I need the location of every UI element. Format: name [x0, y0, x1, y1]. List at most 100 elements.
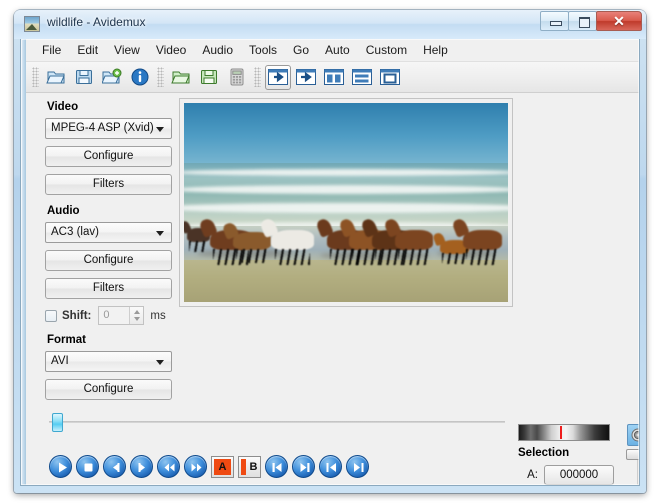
maximize-button[interactable] [568, 11, 597, 31]
output-format-select[interactable]: AVI [45, 351, 172, 372]
append-file-icon[interactable] [99, 65, 125, 90]
stop-button[interactable] [76, 455, 99, 478]
selection-title: Selection [518, 447, 570, 459]
next-keyframe-button[interactable] [346, 455, 369, 478]
layout-single-icon[interactable] [377, 65, 403, 90]
preview-wave [184, 168, 508, 176]
menu-auto[interactable]: Auto [317, 40, 358, 61]
go-to-marker-a-button[interactable] [265, 455, 288, 478]
timeline-slider[interactable] [43, 411, 505, 433]
audio-codec-select[interactable]: AC3 (lav) [45, 222, 172, 243]
video-configure-button[interactable]: Configure [45, 146, 172, 167]
next-frame-button[interactable] [130, 455, 153, 478]
image-file-icon [24, 16, 40, 32]
video-codec-value: MPEG-4 ASP (Xvid) [51, 122, 154, 134]
set-marker-b-button[interactable]: B [238, 455, 261, 478]
layout-stacked-icon[interactable] [349, 65, 375, 90]
volume-handle[interactable] [626, 449, 639, 460]
preview-horse [394, 230, 434, 265]
preview-horse [271, 230, 314, 265]
toolbar-grip-2[interactable] [157, 67, 164, 87]
menu-bar: File Edit View Video Audio Tools Go Auto… [26, 39, 639, 62]
selection-a-value[interactable]: 000000 [544, 465, 614, 485]
layout-side-by-side-icon[interactable] [321, 65, 347, 90]
window-title: wildlife - Avidemux [47, 15, 146, 29]
volume-slider[interactable] [626, 449, 639, 485]
set-marker-a-button[interactable]: A [211, 455, 234, 478]
preview-wave [184, 202, 508, 214]
menu-audio[interactable]: Audio [194, 40, 241, 61]
video-group-label: Video [47, 101, 79, 113]
previous-keyframe-button[interactable] [319, 455, 342, 478]
minimize-button[interactable] [540, 11, 569, 31]
chevron-down-icon [156, 127, 164, 132]
menu-go[interactable]: Go [285, 40, 317, 61]
marker-a-icon: A [214, 458, 231, 475]
layout-input-only-icon[interactable] [293, 65, 319, 90]
chevron-down-icon [156, 231, 164, 236]
video-preview[interactable] [184, 103, 508, 302]
video-filters-button[interactable]: Filters [45, 174, 172, 195]
rewind-button[interactable] [157, 455, 180, 478]
window-controls: ✕ [540, 11, 642, 31]
menu-help[interactable]: Help [415, 40, 456, 61]
window-left-strip [21, 39, 26, 485]
save-project-icon[interactable] [196, 65, 222, 90]
audio-shift-row: Shift: 0 ms [45, 306, 175, 325]
go-to-marker-b-button[interactable] [292, 455, 315, 478]
preview-wave [184, 184, 508, 194]
app-root: wildlife - Avidemux ✕ File Edit View Vid… [0, 0, 660, 503]
speaker-icon[interactable] [627, 424, 639, 446]
audio-configure-button[interactable]: Configure [45, 250, 172, 271]
encoder-settings-panel: Video MPEG-4 ASP (Xvid) Configure Filter… [45, 101, 175, 407]
preview-horse [462, 230, 502, 265]
application-window: wildlife - Avidemux ✕ File Edit View Vid… [14, 10, 646, 493]
audio-shift-label: Shift: [62, 309, 92, 322]
preview-sky [184, 103, 508, 163]
audio-shift-units: ms [150, 309, 166, 322]
chevron-down-icon [156, 360, 164, 365]
timeline-track[interactable] [49, 421, 505, 423]
menu-video[interactable]: Video [148, 40, 194, 61]
format-configure-button[interactable]: Configure [45, 379, 172, 400]
format-group-label: Format [47, 334, 86, 346]
preview-beach [184, 260, 508, 302]
toolbar-grip-3[interactable] [254, 67, 261, 87]
save-file-icon[interactable] [71, 65, 97, 90]
menu-file[interactable]: File [34, 40, 69, 61]
audio-shift-checkbox[interactable] [45, 309, 57, 322]
video-codec-select[interactable]: MPEG-4 ASP (Xvid) [45, 118, 172, 139]
selection-a-row: A: 000000 [518, 465, 614, 485]
audio-group-label: Audio [47, 205, 80, 217]
audio-filters-button[interactable]: Filters [45, 278, 172, 299]
play-button[interactable] [49, 455, 72, 478]
close-button[interactable]: ✕ [596, 11, 642, 31]
menu-view[interactable]: View [106, 40, 148, 61]
marker-b-label: B [249, 460, 258, 473]
audio-shift-value: 0 [103, 309, 110, 321]
audio-shift-input[interactable]: 0 [98, 306, 145, 325]
navigation-strip[interactable] [518, 424, 610, 441]
calculator-icon[interactable] [224, 65, 250, 90]
marker-b-icon [241, 458, 246, 475]
menu-edit[interactable]: Edit [69, 40, 106, 61]
timeline-handle[interactable] [52, 413, 63, 432]
toolbar-grip[interactable] [32, 67, 39, 87]
menu-custom[interactable]: Custom [358, 40, 415, 61]
transport-controls: A B [49, 455, 369, 478]
fast-forward-button[interactable] [184, 455, 207, 478]
open-project-icon[interactable] [168, 65, 194, 90]
audio-shift-stepper[interactable] [129, 307, 144, 324]
navigation-cursor [560, 426, 563, 439]
title-bar[interactable]: wildlife - Avidemux ✕ [14, 10, 646, 39]
client-area: File Edit View Video Audio Tools Go Auto… [20, 39, 640, 486]
output-format-value: AVI [51, 355, 69, 367]
video-preview-frame [179, 98, 513, 307]
menu-tools[interactable]: Tools [241, 40, 285, 61]
toolbar [26, 62, 639, 93]
previous-frame-button[interactable] [103, 455, 126, 478]
info-icon[interactable] [127, 65, 153, 90]
open-file-icon[interactable] [43, 65, 69, 90]
layout-output-only-icon[interactable] [265, 64, 291, 90]
audio-codec-value: AC3 (lav) [51, 226, 99, 238]
